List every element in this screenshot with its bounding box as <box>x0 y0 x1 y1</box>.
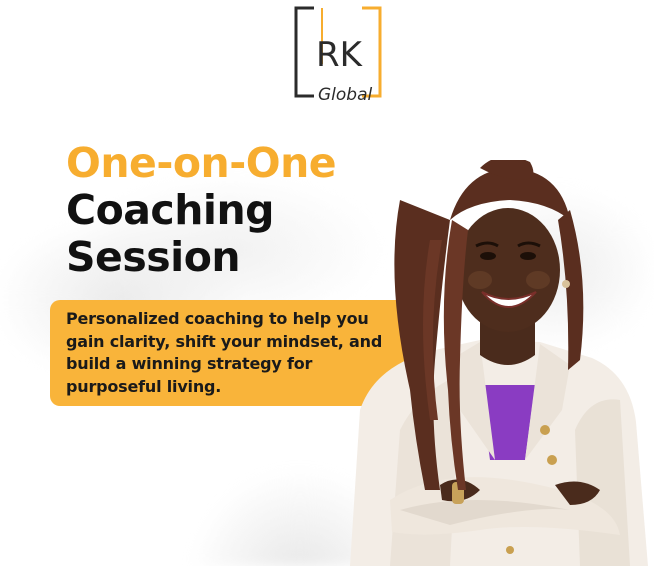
rk-global-logo: RK Global <box>294 6 382 105</box>
headline-line-1: One-on-One <box>66 139 337 187</box>
coach-portrait <box>350 160 648 566</box>
headline: One-on-One Coaching Session <box>66 139 337 281</box>
headline-line-3: Session <box>66 233 241 281</box>
headline-line-2: Coaching <box>66 186 275 234</box>
logo-letters: RK <box>316 35 364 75</box>
logo-script: Global <box>318 85 373 105</box>
